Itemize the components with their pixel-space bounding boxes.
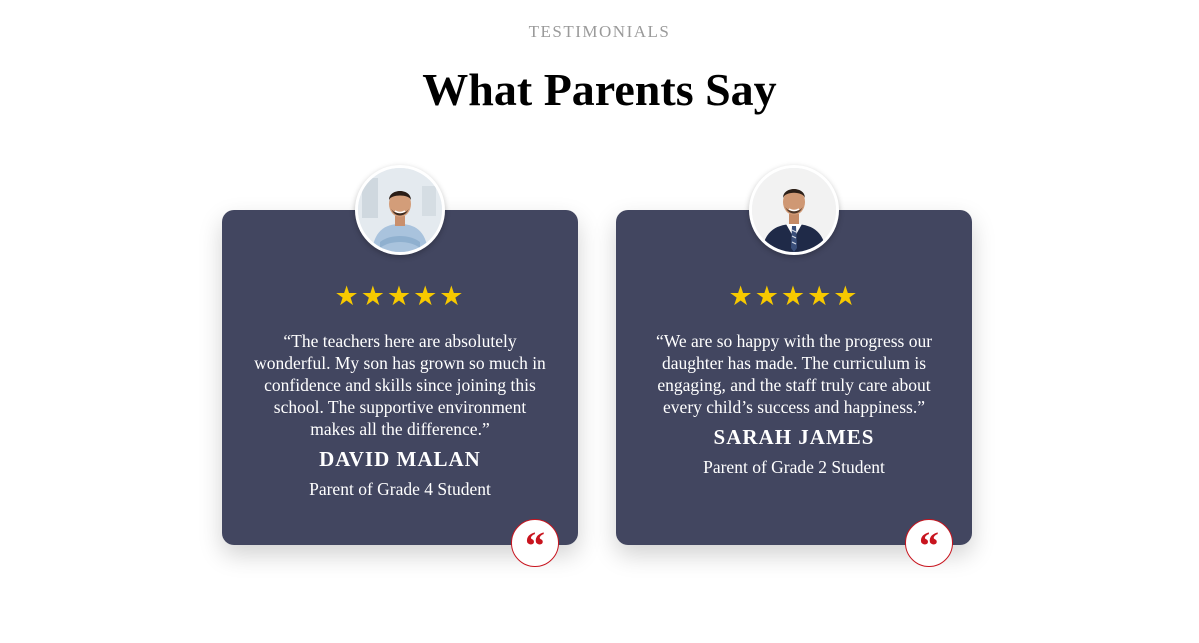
testimonial-quote: “We are so happy with the progress our d…: [655, 331, 933, 417]
quote-icon: “: [905, 519, 953, 568]
avatar: [749, 165, 839, 255]
testimonial-card: ★★★★★ “We are so happy with the progress…: [616, 165, 972, 568]
star-rating: ★★★★★: [728, 281, 860, 312]
testimonial-card: ★★★★★ “The teachers here are absolutely …: [222, 165, 578, 568]
section-title: What Parents Say: [422, 64, 777, 115]
person-photo-icon: [752, 168, 836, 252]
person-role: Parent of Grade 4 Student: [309, 479, 491, 499]
person-role: Parent of Grade 2 Student: [703, 457, 885, 477]
avatar: [355, 165, 445, 255]
section-label: TESTIMONIALS: [528, 22, 671, 41]
person-name: DAVID MALAN: [319, 447, 481, 471]
quote-icon: “: [511, 519, 559, 568]
person-photo-icon: [358, 168, 442, 252]
star-rating: ★★★★★: [334, 281, 466, 312]
testimonial-quote: “The teachers here are absolutely wonder…: [254, 331, 546, 439]
person-name: SARAH JAMES: [713, 425, 875, 449]
